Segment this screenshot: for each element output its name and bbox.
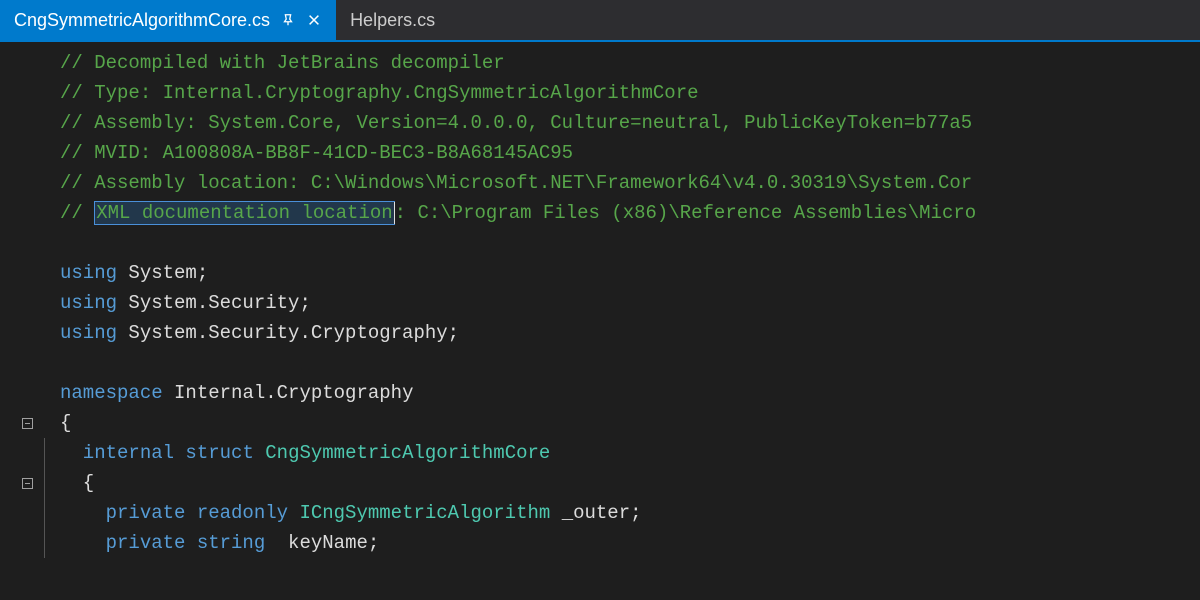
gutter [0,408,55,438]
field-name: keyName; [265,532,379,554]
namespace-name: Internal.Cryptography [163,382,414,404]
keyword: private [60,502,185,524]
indent-guide [44,498,45,528]
comment-text: // MVID: A100808A-BB8F-41CD-BEC3-B8A6814… [60,142,573,164]
type-name: ICngSymmetricAlgorithm [288,502,550,524]
gutter [0,528,55,558]
code-line: private readonly ICngSymmetricAlgorithm … [0,498,1200,528]
gutter [0,438,55,468]
comment-text: // Assembly: System.Core, Version=4.0.0.… [60,112,972,134]
code-line: // Type: Internal.Cryptography.CngSymmet… [0,78,1200,108]
using-target: System; [117,262,208,284]
tab-active[interactable]: CngSymmetricAlgorithmCore.cs [0,0,336,40]
keyword: using [60,292,117,314]
comment-text: // Assembly location: C:\Windows\Microso… [60,172,972,194]
code-line: using System.Security; [0,288,1200,318]
keyword: using [60,262,117,284]
comment-text: : C:\Program Files (x86)\Reference Assem… [395,202,977,224]
comment-text: // Decompiled with JetBrains decompiler [60,52,505,74]
fold-toggle[interactable] [22,478,33,489]
code-line: private string keyName; [0,528,1200,558]
tab-label-inactive: Helpers.cs [350,10,435,31]
code-line: { [0,408,1200,438]
code-line: using System.Security.Cryptography; [0,318,1200,348]
text-selection: XML documentation location [94,201,394,225]
indent-guide [44,528,45,558]
close-icon[interactable] [306,12,322,28]
comment-text: // [60,202,94,224]
code-line: // MVID: A100808A-BB8F-41CD-BEC3-B8A6814… [0,138,1200,168]
code-editor[interactable]: // Decompiled with JetBrains decompiler … [0,42,1200,600]
pin-icon[interactable] [280,12,296,28]
code-line [0,228,1200,258]
code-line: // Assembly: System.Core, Version=4.0.0.… [0,108,1200,138]
type-name: string [185,532,265,554]
using-target: System.Security; [117,292,311,314]
code-line: internal struct CngSymmetricAlgorithmCor… [0,438,1200,468]
code-line: namespace Internal.Cryptography [0,378,1200,408]
brace: { [60,472,94,494]
brace: { [60,412,71,434]
tab-inactive[interactable]: Helpers.cs [336,0,449,40]
tab-label-active: CngSymmetricAlgorithmCore.cs [14,10,270,31]
field-name: _outer; [550,502,641,524]
keyword: private [60,532,185,554]
code-line: // Decompiled with JetBrains decompiler [0,48,1200,78]
code-line: // Assembly location: C:\Windows\Microso… [0,168,1200,198]
code-line [0,348,1200,378]
type-name: CngSymmetricAlgorithmCore [254,442,550,464]
keyword: readonly [185,502,288,524]
gutter [0,468,55,498]
keyword: struct [174,442,254,464]
fold-toggle[interactable] [22,418,33,429]
keyword: using [60,322,117,344]
indent-guide [44,438,45,468]
gutter [0,498,55,528]
tab-bar: CngSymmetricAlgorithmCore.cs Helpers.cs [0,0,1200,42]
code-line: using System; [0,258,1200,288]
comment-text: // Type: Internal.Cryptography.CngSymmet… [60,82,699,104]
keyword: namespace [60,382,163,404]
indent-guide [44,468,45,498]
keyword: internal [60,442,174,464]
code-line: { [0,468,1200,498]
code-line: // XML documentation location: C:\Progra… [0,198,1200,228]
using-target: System.Security.Cryptography; [117,322,459,344]
